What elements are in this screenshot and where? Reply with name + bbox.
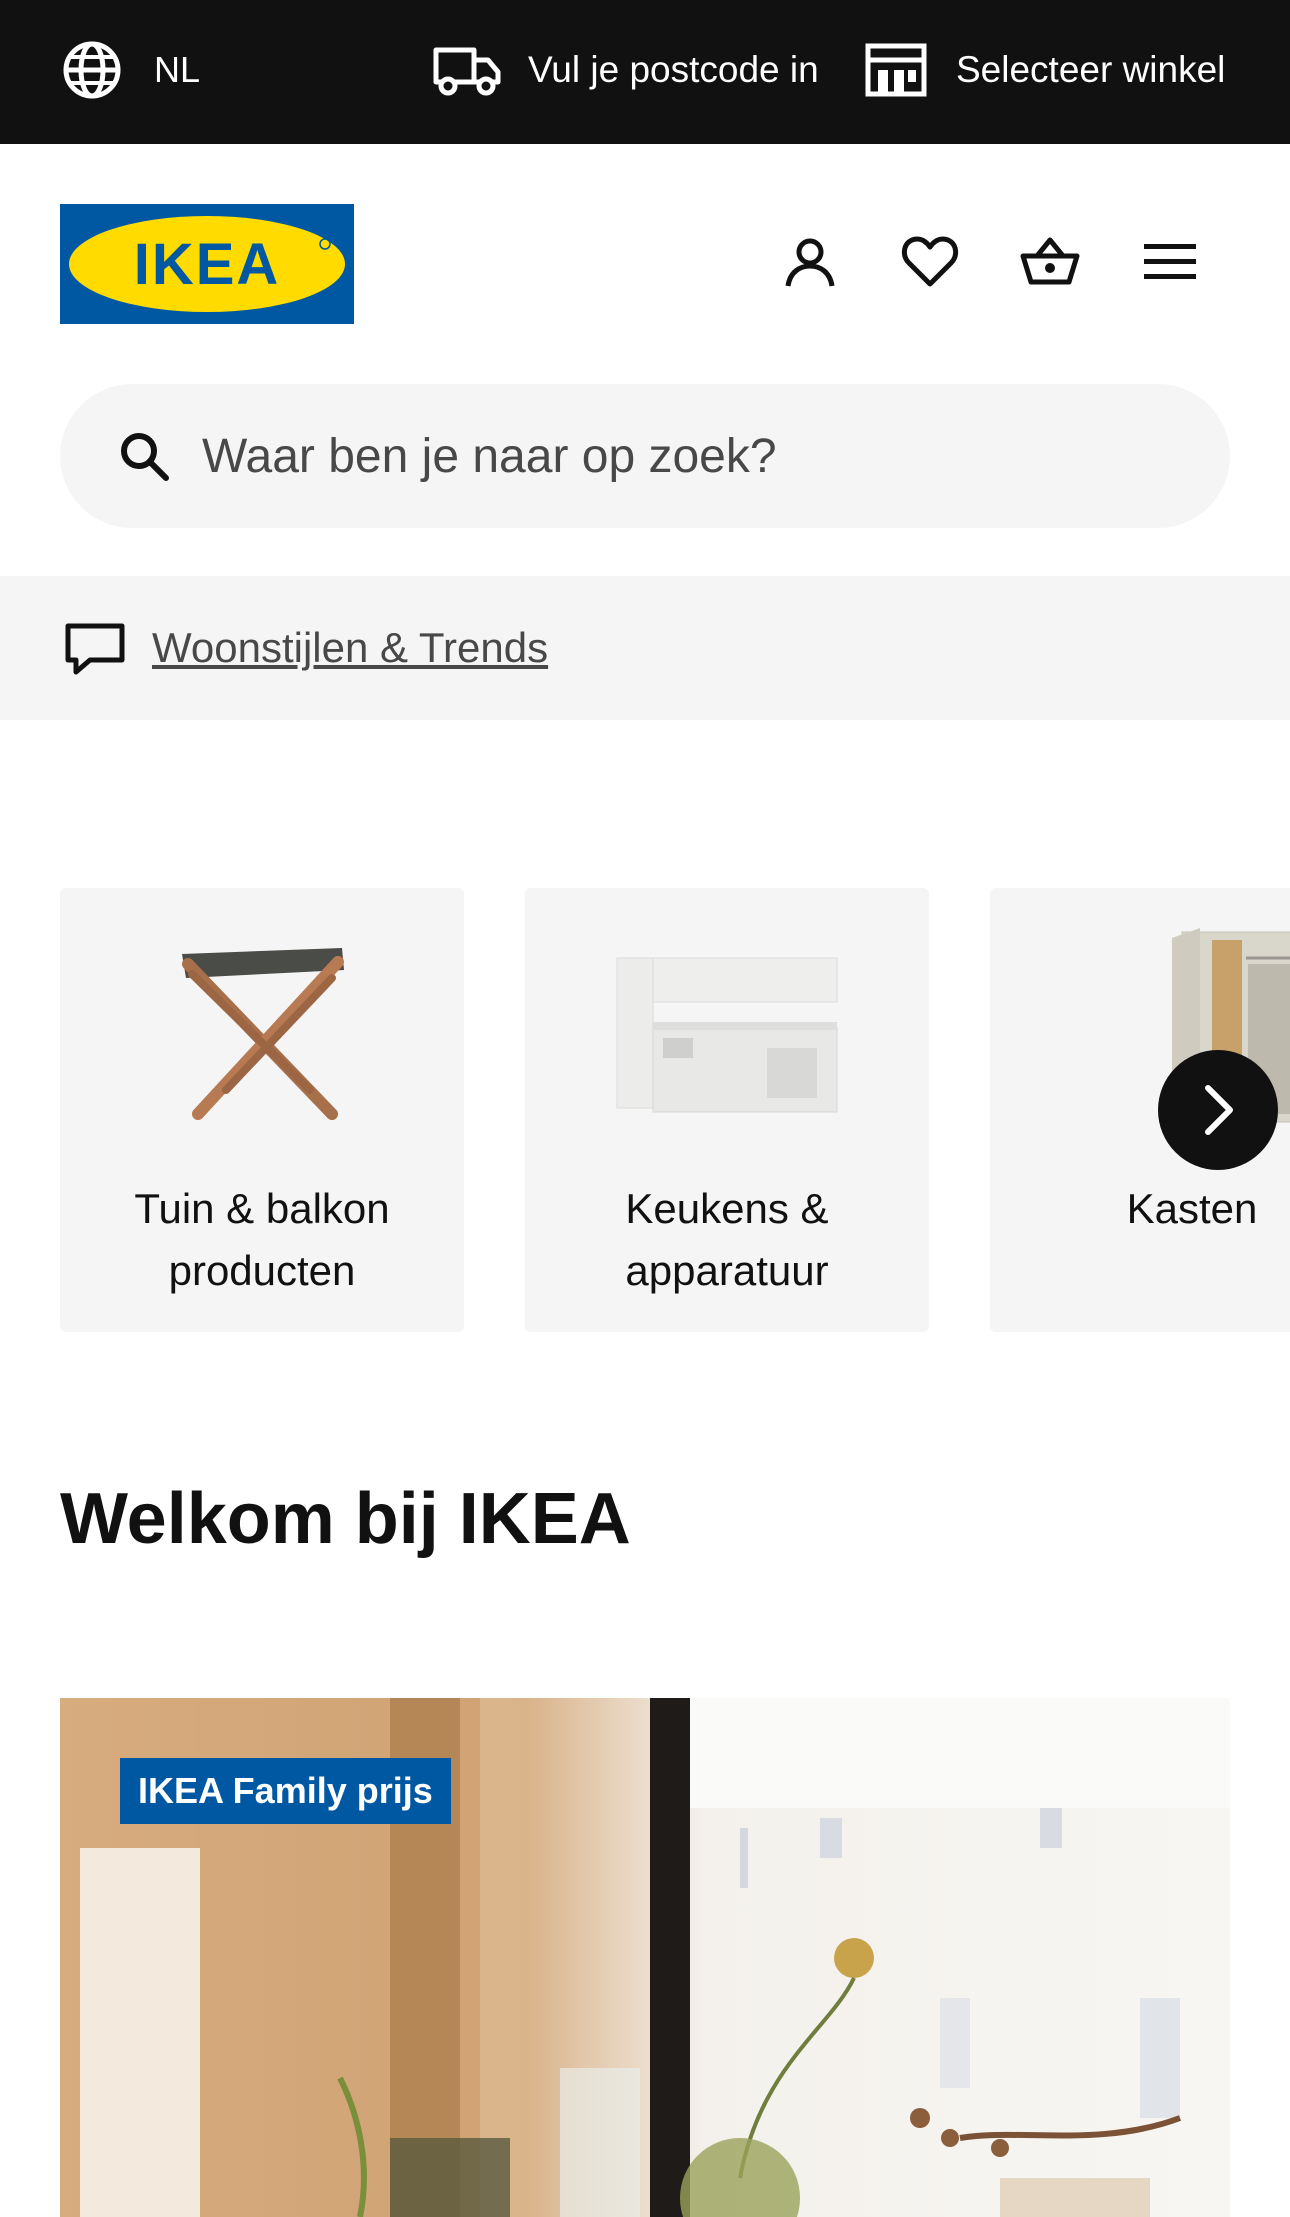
postcode-label: Vul je postcode in <box>528 49 819 90</box>
postcode-button[interactable]: Vul je postcode in <box>432 40 819 100</box>
chevron-right-icon <box>1205 1085 1233 1135</box>
search-bar[interactable] <box>60 384 1230 528</box>
category-card-tuin[interactable]: Tuin & balkon producten <box>60 888 464 1332</box>
user-icon <box>785 238 835 287</box>
carousel-next-button[interactable] <box>1158 1050 1278 1170</box>
hero-banner[interactable]: IKEA Family prijs <box>60 1698 1230 2217</box>
language-selector[interactable]: NL <box>62 40 200 100</box>
welcome-heading: Welkom bij IKEA <box>60 1479 631 1559</box>
kitchen-image <box>525 918 929 1138</box>
menu-icon <box>1144 244 1196 279</box>
trends-link[interactable]: Woonstijlen & Trends <box>152 624 548 672</box>
folding-stool-image <box>60 918 464 1138</box>
account-button[interactable] <box>778 230 842 294</box>
menu-button[interactable] <box>1138 230 1202 294</box>
ikea-logo-image: IKEA <box>60 204 354 324</box>
language-label: NL <box>154 49 201 90</box>
cart-button[interactable] <box>1018 230 1082 294</box>
family-price-badge: IKEA Family prijs <box>120 1758 451 1824</box>
heart-icon <box>902 236 958 287</box>
trends-banner: Woonstijlen & Trends <box>0 576 1290 720</box>
basket-icon <box>1020 237 1080 285</box>
ikea-logo-text: IKEA <box>134 232 281 297</box>
search-input[interactable] <box>202 428 1102 484</box>
store-selector-button[interactable]: Selecteer winkel <box>864 40 1225 100</box>
speech-bubble-icon <box>65 623 125 675</box>
ikea-logo[interactable]: IKEA <box>60 204 354 324</box>
category-label: Kasten <box>1126 1185 1258 1232</box>
search-icon <box>121 433 169 481</box>
store-icon <box>865 43 927 97</box>
wishlist-button[interactable] <box>898 230 962 294</box>
category-carousel: Tuin & balkon producten Keukens & appara… <box>0 888 1290 1332</box>
category-label: Keukens & apparatuur <box>625 1185 829 1294</box>
top-bar: NL Vul je postcode in Selecteer winkel <box>0 0 1290 144</box>
category-card-keukens[interactable]: Keukens & apparatuur <box>525 888 929 1332</box>
category-label: Tuin & balkon producten <box>134 1185 390 1294</box>
store-label: Selecteer winkel <box>956 49 1226 90</box>
globe-icon <box>63 41 121 99</box>
delivery-truck-icon <box>433 47 501 96</box>
